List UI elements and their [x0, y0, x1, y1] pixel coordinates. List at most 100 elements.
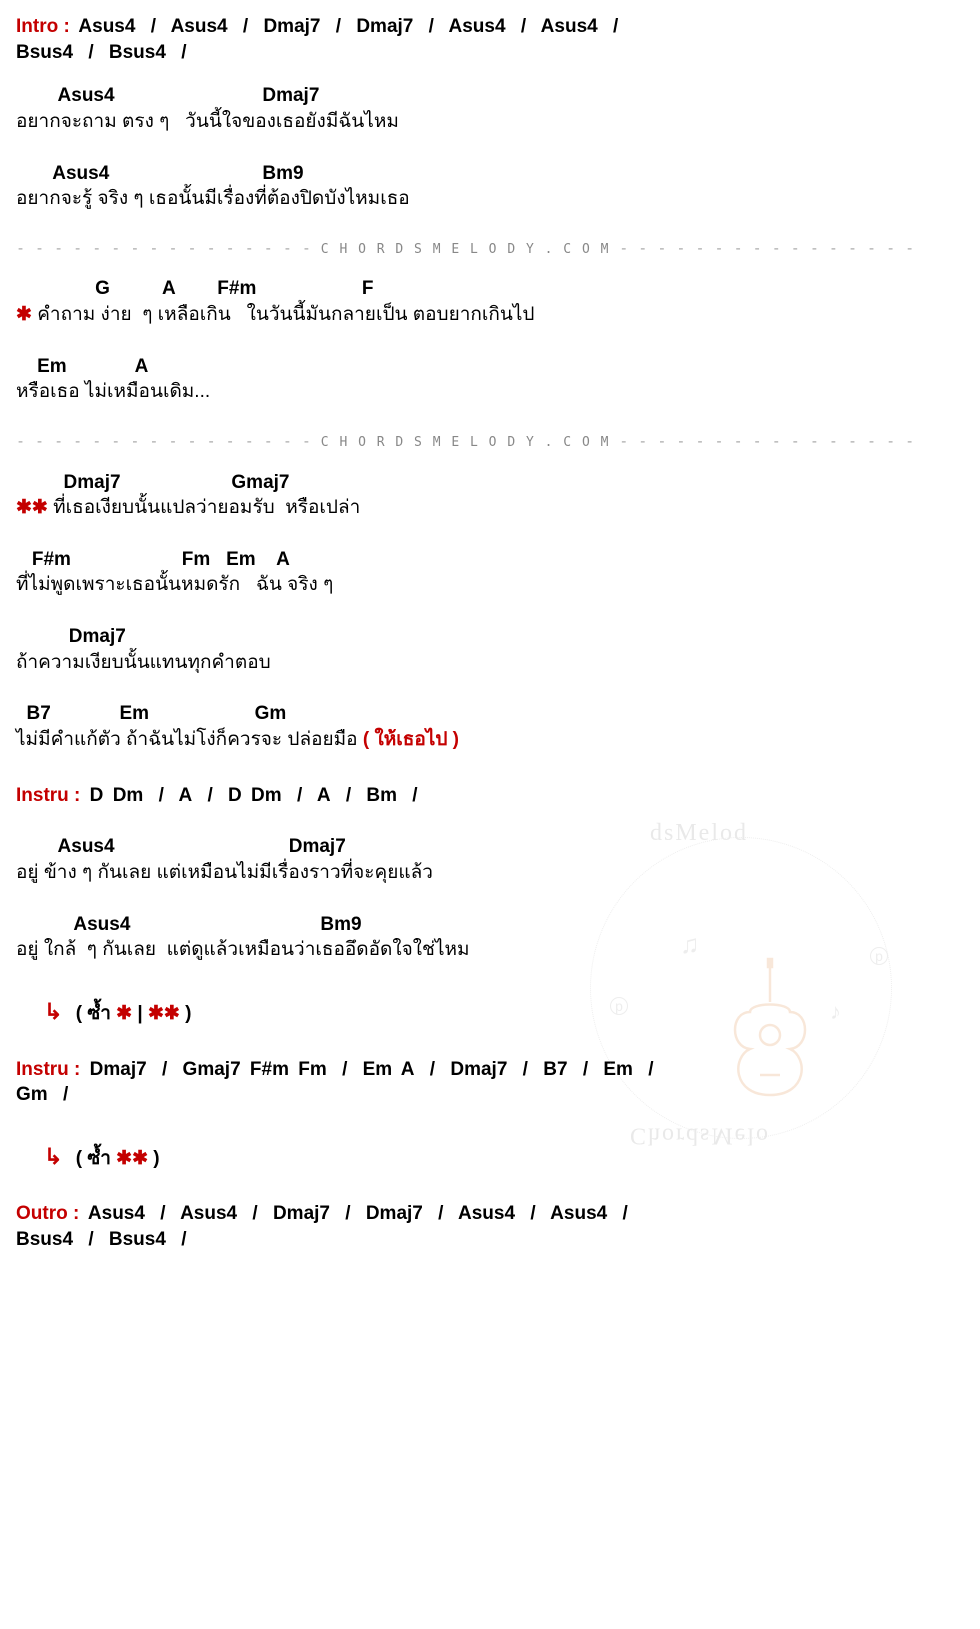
s: /: [57, 1084, 74, 1105]
lyric-line: ถ้าความเงียบนั้นแทนทุกคำตอบ: [16, 650, 964, 676]
repeat-2: ↳ ( ซ้ำ ✱✱ ): [44, 1142, 964, 1172]
c: A: [317, 785, 331, 806]
c: D: [228, 785, 242, 806]
s: /: [82, 1229, 99, 1250]
c: Dm: [251, 785, 282, 806]
lyric-line: อยู่ ใกล้ ๆ กันเลย แต่ดูแล้วเหมือนว่าเธอ…: [16, 937, 964, 963]
arrow-icon: ↳: [44, 999, 62, 1024]
instru2-line: Instru : Dmaj7 / Gmaj7 F#m Fm / Em A / D…: [16, 1057, 964, 1108]
c: Bsus4: [16, 1229, 73, 1250]
s: /: [175, 1229, 192, 1250]
s: /: [517, 1059, 534, 1080]
s: /: [154, 1203, 171, 1224]
s: /: [156, 1059, 173, 1080]
c: Asus4: [78, 16, 135, 37]
chord-line: Asus4 Bm9: [16, 912, 964, 938]
c: Asus4: [180, 1203, 237, 1224]
chord-line: G A F#m F: [16, 276, 964, 302]
d: - - - - - - - - - - - - - - - -: [619, 432, 914, 450]
s: /: [424, 1059, 441, 1080]
s: /: [145, 16, 162, 37]
chorus-d: B7 Em Gm ไม่มีคำแก้ตัว ถ้าฉันไม่โง่ก็ควร…: [16, 701, 964, 752]
d: C H O R D S M E L O D Y . C O M: [311, 435, 619, 450]
txt: ): [148, 1148, 160, 1169]
chorus-a: Dmaj7 Gmaj7 ✱✱ ที่เธอเงียบนั้นแปลว่ายอมร…: [16, 470, 964, 521]
outro-line: Outro : Asus4 / Asus4 / Dmaj7 / Dmaj7 / …: [16, 1201, 964, 1252]
s: /: [82, 42, 99, 63]
s: /: [432, 1203, 449, 1224]
c: Em: [603, 1059, 633, 1080]
s: /: [237, 16, 254, 37]
c: Dmaj7: [273, 1203, 330, 1224]
prechorus-a: G A F#m F ✱ คำถาม ง่าย ๆ เหลือเกิน ในวัน…: [16, 276, 964, 327]
star-icon: ✱✱: [16, 497, 48, 518]
d: C H O R D S M E L O D Y . C O M: [311, 242, 619, 257]
txt: ( ซ้ำ: [76, 1003, 116, 1024]
lyric-line: ✱ คำถาม ง่าย ๆ เหลือเกิน ในวันนี้มันกลาย…: [16, 302, 964, 328]
s: /: [524, 1203, 541, 1224]
chord-line: F#m Fm Em A: [16, 547, 964, 573]
c: Dmaj7: [90, 1059, 147, 1080]
chorus-b: F#m Fm Em A ที่ไม่พูดเพราะเธอนั้นหมดรัก …: [16, 547, 964, 598]
s: /: [246, 1203, 263, 1224]
c: Bsus4: [109, 1229, 166, 1250]
s: /: [330, 16, 347, 37]
repeat-1: ↳ ( ซ้ำ ✱ | ✱✱ ): [44, 997, 964, 1027]
verse-2a: Asus4 Dmaj7 อยู่ ข้าง ๆ กันเลย แต่เหมือน…: [16, 834, 964, 885]
c: Dmaj7: [356, 16, 413, 37]
chord-line: Asus4 Dmaj7: [16, 834, 964, 860]
c: F#m: [250, 1059, 289, 1080]
chord-line: Asus4 Dmaj7: [16, 83, 964, 109]
chord-line: Dmaj7 Gmaj7: [16, 470, 964, 496]
c: Dmaj7: [450, 1059, 507, 1080]
d: - - - - - - - - - - - - - - - -: [16, 239, 311, 257]
instru-label: Instru :: [16, 1059, 80, 1080]
verse-2b: Asus4 Bm9 อยู่ ใกล้ ๆ กันเลย แต่ดูแล้วเห…: [16, 912, 964, 963]
lyric-line: ✱✱ ที่เธอเงียบนั้นแปลว่ายอมรับ หรือเปล่า: [16, 495, 964, 521]
chord-line: Asus4 Bm9: [16, 161, 964, 187]
c: Gm: [16, 1084, 48, 1105]
star-icon: ✱: [116, 1003, 132, 1024]
txt: ไม่มีคำแก้ตัว ถ้าฉันไม่โง่ก็ควรจะ ปล่อยม…: [16, 729, 358, 750]
star-icon: ✱✱: [148, 1003, 180, 1024]
c: Dmaj7: [263, 16, 320, 37]
lyric-line: ไม่มีคำแก้ตัว ถ้าฉันไม่โง่ก็ควรจะ ปล่อยม…: [16, 727, 964, 753]
s: /: [406, 785, 423, 806]
c: A: [178, 785, 192, 806]
c: Dm: [113, 785, 144, 806]
star-icon: ✱✱: [116, 1148, 148, 1169]
s: /: [201, 785, 218, 806]
s: /: [340, 785, 357, 806]
lyric-line: อยู่ ข้าง ๆ กันเลย แต่เหมือนไม่มีเรื่องร…: [16, 860, 964, 886]
c: Asus4: [541, 16, 598, 37]
s: /: [291, 785, 308, 806]
chord-line: Dmaj7: [16, 624, 964, 650]
c: Bm: [366, 785, 397, 806]
c: Asus4: [550, 1203, 607, 1224]
intro-line: Intro : Asus4 / Asus4 / Dmaj7 / Dmaj7 / …: [16, 14, 964, 65]
chord-line: B7 Em Gm: [16, 701, 964, 727]
c: Gmaj7: [183, 1059, 241, 1080]
outro-label: Outro :: [16, 1203, 79, 1224]
arrow-icon: ↳: [44, 1144, 62, 1169]
instru-label: Instru :: [16, 785, 80, 806]
c: B7: [543, 1059, 567, 1080]
lyric-line: อยากจะรู้ จริง ๆ เธอนั้นมีเรื่องที่ต้องป…: [16, 186, 964, 212]
verse-1a: Asus4 Dmaj7 อยากจะถาม ตรง ๆ วันนี้ใจของเ…: [16, 83, 964, 134]
lyric-line: ที่ไม่พูดเพราะเธอนั้นหมดรัก ฉัน จริง ๆ: [16, 572, 964, 598]
verse-1b: Asus4 Bm9 อยากจะรู้ จริง ๆ เธอนั้นมีเรื่…: [16, 161, 964, 212]
d: - - - - - - - - - - - - - - - -: [619, 239, 914, 257]
lyric-line: อยากจะถาม ตรง ๆ วันนี้ใจของเธอยังมีฉันไห…: [16, 109, 964, 135]
c: Asus4: [171, 16, 228, 37]
c: Bsus4: [16, 42, 73, 63]
c: Bsus4: [109, 42, 166, 63]
s: /: [339, 1203, 356, 1224]
s: /: [642, 1059, 659, 1080]
txt: ( ซ้ำ: [76, 1148, 116, 1169]
divider-2: - - - - - - - - - - - - - - - - C H O R …: [16, 431, 964, 452]
s: /: [175, 42, 192, 63]
s: /: [336, 1059, 353, 1080]
c: Fm: [298, 1059, 327, 1080]
divider-1: - - - - - - - - - - - - - - - - C H O R …: [16, 238, 964, 259]
txt: ): [180, 1003, 192, 1024]
